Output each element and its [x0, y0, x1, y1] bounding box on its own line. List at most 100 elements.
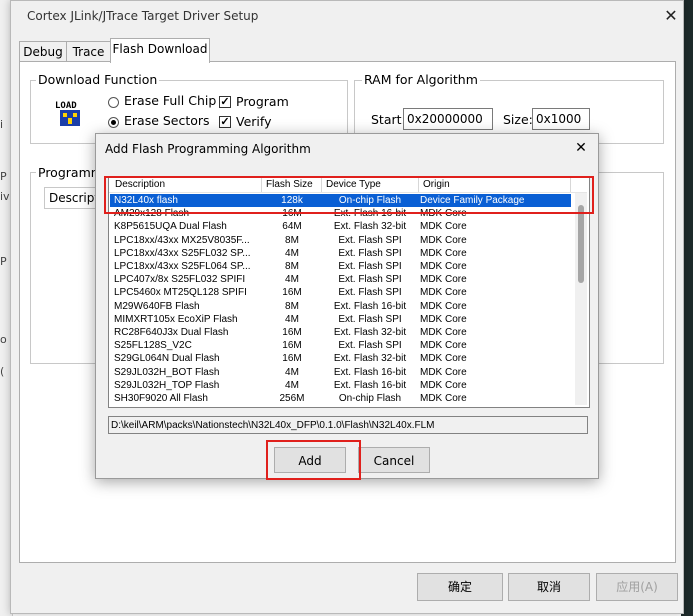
row-description: S29GL064N Dual Flash — [114, 353, 220, 365]
row-origin: MDK Core — [420, 234, 467, 246]
row-device-type: Ext. Flash SPI — [338, 247, 402, 259]
table-row[interactable]: S29JL032H_TOP Flash 4M Ext. Flash 16-bit MD… — [110, 379, 571, 392]
erase-sectors-label: Erase Sectors — [124, 113, 210, 128]
row-origin — [420, 405, 570, 407]
table-row[interactable]: S29JL032H_BOT Flash 4M Ext. Flash 16-bit MD… — [110, 366, 571, 379]
load-icon-text: LOAD — [55, 101, 77, 111]
background-glyph: o — [0, 333, 7, 346]
row-origin: MDK Core — [420, 353, 467, 365]
row-flash-size: 16M — [282, 353, 302, 365]
table-row[interactable]: M29W640FB Flash 8M Ext. Flash 16-bit MDK Co… — [110, 300, 571, 313]
close-icon[interactable]: ✕ — [659, 4, 683, 28]
highlight-box-selected-row — [104, 176, 594, 214]
window-title: Cortex JLink/JTrace Target Driver Setup — [27, 9, 259, 23]
row-flash-size: 8M — [285, 261, 299, 272]
background-glyph: i — [0, 118, 4, 131]
start-address-input[interactable]: 0x20000000 — [403, 108, 493, 130]
row-flash-size: 16M — [282, 287, 302, 299]
table-row[interactable]: SH30F9020 All Flash 256M On-chip Flash MDK … — [110, 392, 571, 405]
row-origin: MDK Core — [420, 287, 467, 299]
table-row[interactable]: RC28F640J3x Dual Flash 16M Ext. Flash 32-b… — [110, 326, 571, 339]
row-device-type: Ext. Flash SPI — [338, 261, 402, 272]
highlight-box-add-button — [266, 440, 361, 480]
ok-button[interactable]: 确定 — [417, 573, 503, 601]
row-device-type: Ext. Flash 16-bit — [333, 366, 407, 378]
row-origin: MDK Core — [420, 379, 467, 391]
erase-sectors-radio[interactable] — [108, 117, 119, 128]
table-row[interactable]: LPC5460x MT25QL128 SPIFI 16M Ext. Flash SP… — [110, 286, 571, 299]
row-origin: MDK Core — [420, 340, 467, 352]
row-flash-size: 4M — [285, 313, 299, 325]
tab-trace[interactable]: Trace — [66, 41, 111, 62]
table-row[interactable]: MIMXRT105x EcoXiP Flash 4M Ext. Flash SPI M… — [110, 313, 571, 326]
ram-for-algorithm-title: RAM for Algorithm — [362, 72, 480, 87]
tab-debug[interactable]: Debug — [19, 41, 67, 62]
row-flash-size: 4M — [285, 379, 299, 391]
size-label: Size: — [503, 112, 533, 127]
row-description: LPC5460x MT25QL128 SPIFI — [114, 287, 247, 299]
size-input[interactable]: 0x1000 — [532, 108, 590, 130]
download-function-title: Download Function — [36, 72, 160, 87]
row-origin: MDK Core — [420, 327, 467, 338]
program-label: Program — [236, 94, 289, 109]
row-device-type: Ext. Flash SPI — [338, 287, 402, 299]
table-row[interactable]: K8P5615UQA Dual Flash 64M Ext. Flash 32-bi… — [110, 220, 571, 233]
row-device-type: Ext. Flash SPI — [338, 234, 402, 246]
row-flash-size: 16M — [282, 327, 302, 338]
verify-label: Verify — [236, 114, 272, 129]
row-description: K8P5615UQA Dual Flash — [114, 221, 227, 233]
row-description: LPC18xx/43xx S25FL064 SP... — [114, 261, 251, 272]
erase-full-chip-label: Erase Full Chip — [124, 93, 217, 108]
row-flash-size: 8M — [285, 234, 299, 246]
row-origin: MDK Core — [420, 393, 467, 404]
load-icon: LOAD — [54, 99, 86, 129]
row-description: S29JL032H_TOP Flash — [114, 379, 220, 391]
tab-flash-download[interactable]: Flash Download — [110, 38, 210, 63]
table-row[interactable]: LPC18xx/43xx S25FL064 SP... 8M Ext. Flash … — [110, 260, 571, 273]
row-device-type: Ext. Flash SPI — [338, 274, 402, 286]
row-description: LPC18xx/43xx S25FL032 SP... — [114, 247, 251, 259]
row-description: MIMXRT105x EcoXiP Flash — [114, 313, 238, 325]
verify-checkbox[interactable]: ✓ — [219, 116, 231, 128]
table-row[interactable]: S25FL128S_V2C 16M Ext. Flash SPI MDK Core — [110, 339, 571, 352]
row-device-type: Ext. Flash 32-bit — [333, 221, 407, 233]
table-row[interactable] — [110, 405, 571, 407]
row-flash-size: 4M — [285, 274, 299, 286]
row-origin: MDK Core — [420, 274, 467, 286]
apply-button[interactable]: 应用(A) — [596, 573, 678, 601]
row-description: S25FL128S_V2C — [114, 340, 192, 352]
row-device-type: Ext. Flash 32-bit — [333, 353, 407, 365]
program-checkbox[interactable]: ✓ — [219, 96, 231, 108]
table-row[interactable]: LPC407x/8x S25FL032 SPIFI 4M Ext. Flash SP… — [110, 273, 571, 286]
erase-full-chip-radio[interactable] — [108, 97, 119, 108]
list-scrollbar-thumb[interactable] — [578, 205, 584, 283]
start-label: Start: — [371, 112, 406, 127]
list-rows: N32L40x flash 128k On-chip Flash Device Fam… — [109, 194, 575, 406]
row-origin: MDK Core — [420, 313, 467, 325]
row-flash-size: 64M — [282, 221, 302, 233]
background-glyph: P — [0, 170, 7, 183]
close-icon[interactable]: ✕ — [570, 137, 592, 159]
cancel-footer-button[interactable]: 取消 — [508, 573, 590, 601]
row-device-type: Ext. Flash SPI — [338, 313, 402, 325]
background-glyph: iv — [0, 190, 10, 203]
row-origin: MDK Core — [420, 261, 467, 272]
row-description: SH30F9020 All Flash — [114, 393, 208, 404]
row-origin: MDK Core — [420, 247, 467, 259]
row-flash-size: 16M — [282, 340, 302, 352]
row-description: LPC407x/8x S25FL032 SPIFI — [114, 274, 246, 286]
table-row[interactable]: LPC18xx/43xx S25FL032 SP... 4M Ext. Flash … — [110, 247, 571, 260]
row-description: M29W640FB Flash — [114, 300, 200, 312]
row-device-type — [322, 405, 418, 407]
cancel-button[interactable]: Cancel — [358, 447, 430, 473]
dialog-title: Add Flash Programming Algorithm — [105, 142, 311, 156]
row-origin: MDK Core — [420, 300, 467, 312]
row-device-type: Ext. Flash 32-bit — [333, 327, 407, 338]
table-row[interactable]: S29GL064N Dual Flash 16M Ext. Flash 32-bit… — [110, 352, 571, 365]
row-description: S29JL032H_BOT Flash — [114, 366, 220, 378]
algorithm-path-field: D:\keil\ARM\packs\Nationstech\N32L40x_DF… — [108, 416, 588, 434]
table-row[interactable]: LPC18xx/43xx MX25V8035F... 8M Ext. Flash S… — [110, 234, 571, 247]
row-description: RC28F640J3x Dual Flash — [114, 327, 229, 338]
row-flash-size: 8M — [285, 300, 299, 312]
row-flash-size: 256M — [279, 393, 305, 404]
